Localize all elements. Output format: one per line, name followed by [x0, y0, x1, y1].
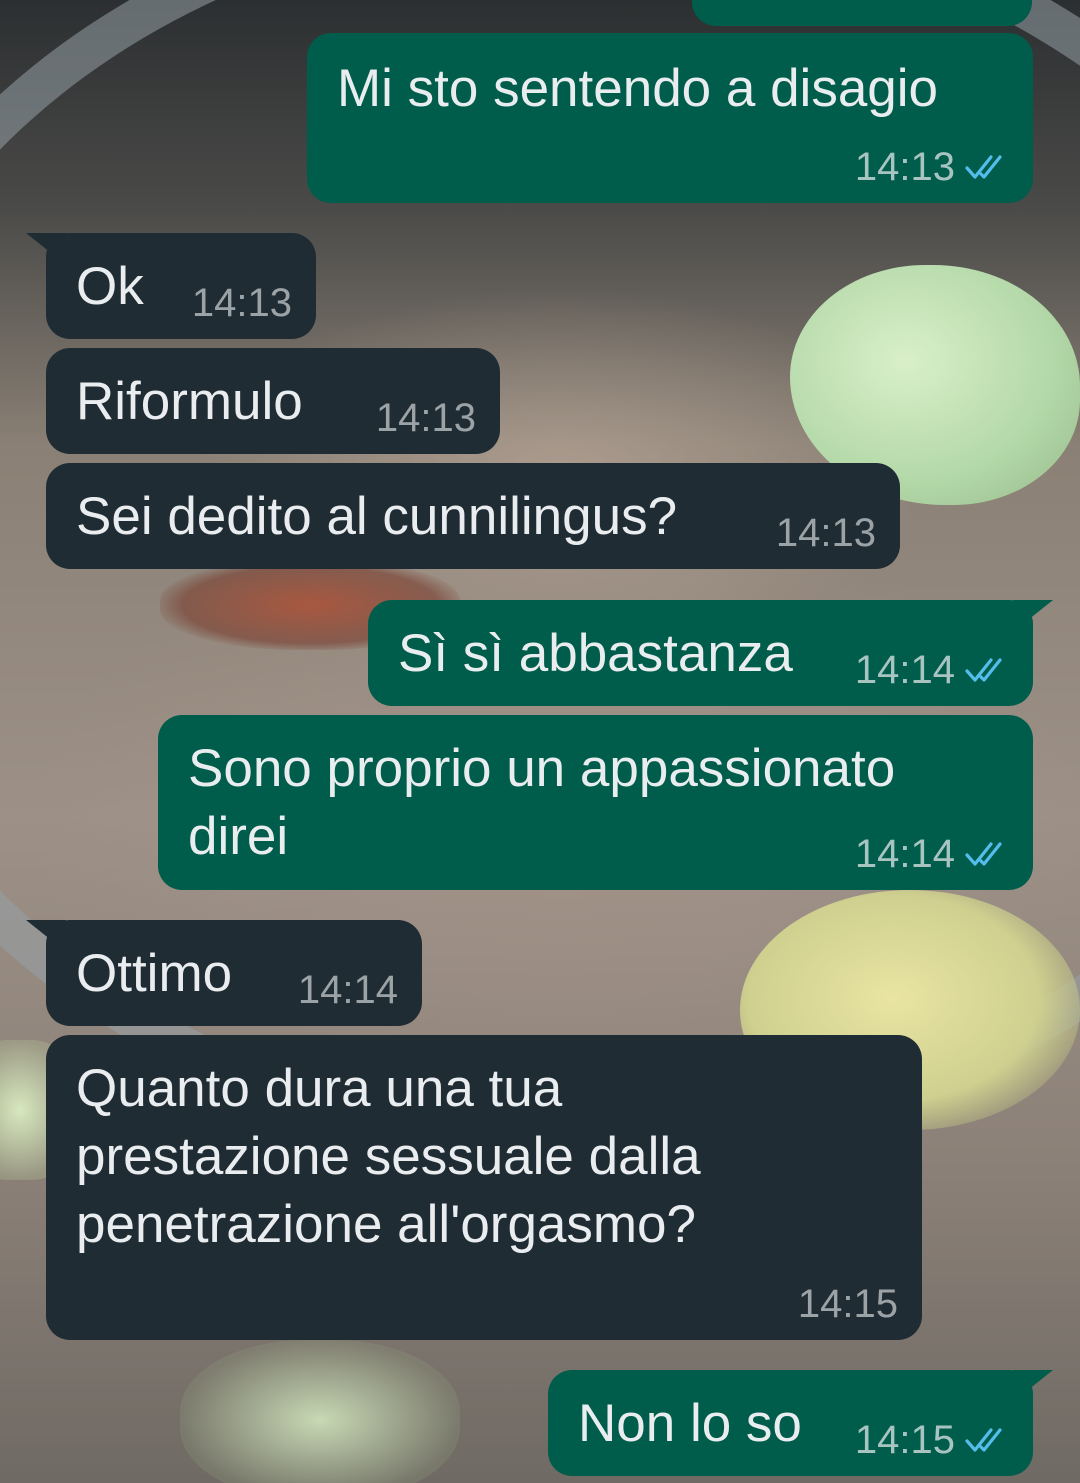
bubble-tail	[1013, 600, 1053, 632]
message-time: 14:13	[375, 396, 476, 440]
message-bubble-outgoing[interactable]: Sono proprio un appassionato direi 14:14	[158, 715, 1033, 890]
read-double-check-icon	[965, 1428, 1002, 1452]
message-time: 14:13	[854, 145, 955, 189]
message-list[interactable]: Mi sto sentendo a disagio 14:13 Ok 14:13…	[0, 0, 1080, 1483]
message-bubble-outgoing[interactable]: Mi sto sentendo a disagio 14:13	[307, 33, 1033, 203]
message-time: 14:15	[854, 1418, 955, 1462]
message-text: Sì sì abbastanza	[398, 624, 793, 683]
message-meta: 14:13	[855, 143, 1009, 191]
message-time: 14:13	[775, 511, 876, 555]
message-meta: 14:14	[855, 830, 1009, 878]
message-text: Non lo so	[578, 1394, 802, 1453]
read-double-check-icon	[965, 155, 1002, 179]
message-bubble-incoming[interactable]: Sei dedito al cunnilingus? 14:13	[46, 463, 900, 569]
message-time: 14:14	[297, 968, 398, 1012]
message-bubble-incoming[interactable]: Riformulo 14:13	[46, 348, 500, 454]
message-bubble-outgoing[interactable]: Non lo so 14:15	[548, 1370, 1053, 1476]
message-text: Sei dedito al cunnilingus?	[76, 487, 678, 546]
message-bubble-outgoing[interactable]: Sì sì abbastanza 14:14	[368, 600, 1053, 706]
message-time: 14:14	[854, 648, 955, 692]
bubble-tail	[26, 920, 66, 952]
message-time: 14:15	[797, 1282, 898, 1326]
message-bubble-incoming[interactable]: Ok 14:13	[26, 233, 316, 339]
message-text: Riformulo	[76, 372, 303, 431]
message-text: Ottimo	[76, 944, 233, 1003]
read-double-check-icon	[965, 658, 1002, 682]
message-text: Mi sto sentendo a disagio	[337, 59, 939, 118]
read-double-check-icon	[965, 842, 1002, 866]
message-text: Sono proprio un appassionato direi	[188, 739, 896, 866]
bubble-tail	[1013, 1370, 1053, 1402]
message-text: Ok	[76, 257, 144, 316]
message-time: 14:13	[191, 281, 292, 325]
message-time: 14:14	[854, 832, 955, 876]
message-bubble-incoming[interactable]: Ottimo 14:14	[26, 920, 422, 1026]
message-text: Quanto dura una tua prestazione sessuale…	[76, 1059, 701, 1254]
message-meta: 14:14	[855, 646, 1009, 694]
message-meta: 14:15	[855, 1416, 1009, 1464]
message-bubble-outgoing[interactable]	[692, 0, 1032, 26]
message-bubble-incoming[interactable]: Quanto dura una tua prestazione sessuale…	[46, 1035, 922, 1340]
bubble-tail	[26, 233, 66, 265]
